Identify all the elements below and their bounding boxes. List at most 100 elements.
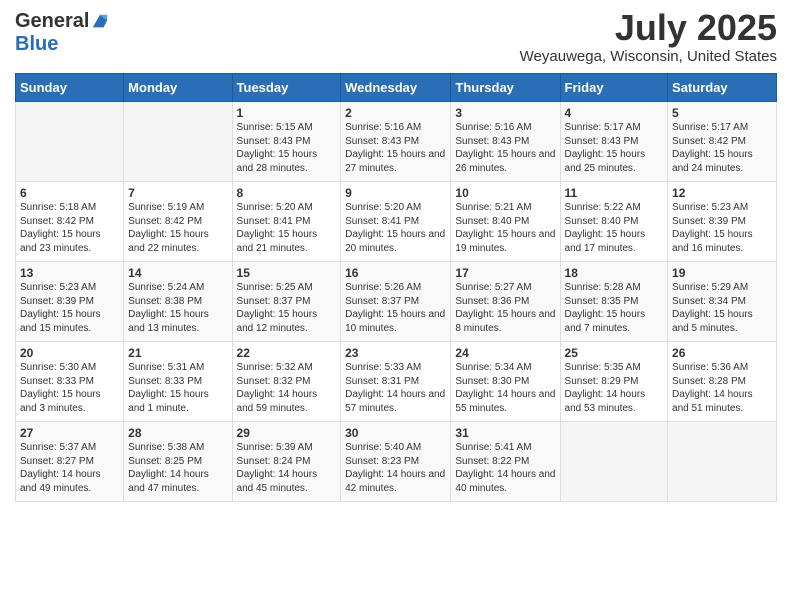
col-header-sunday: Sunday xyxy=(16,74,124,102)
day-number: 20 xyxy=(20,346,119,360)
col-header-saturday: Saturday xyxy=(668,74,777,102)
day-info: Sunrise: 5:26 AM Sunset: 8:37 PM Dayligh… xyxy=(345,281,446,335)
title-section: July 2025 Weyauwega, Wisconsin, United S… xyxy=(520,10,777,65)
day-number: 14 xyxy=(128,266,227,280)
day-cell: 18Sunrise: 5:28 AM Sunset: 8:35 PM Dayli… xyxy=(560,262,668,342)
day-cell: 29Sunrise: 5:39 AM Sunset: 8:24 PM Dayli… xyxy=(232,422,341,502)
day-number: 26 xyxy=(672,346,772,360)
day-info: Sunrise: 5:31 AM Sunset: 8:33 PM Dayligh… xyxy=(128,361,227,415)
header-row: SundayMondayTuesdayWednesdayThursdayFrid… xyxy=(16,74,777,102)
day-info: Sunrise: 5:24 AM Sunset: 8:38 PM Dayligh… xyxy=(128,281,227,335)
day-cell: 12Sunrise: 5:23 AM Sunset: 8:39 PM Dayli… xyxy=(668,182,777,262)
day-info: Sunrise: 5:15 AM Sunset: 8:43 PM Dayligh… xyxy=(237,121,337,175)
day-info: Sunrise: 5:28 AM Sunset: 8:35 PM Dayligh… xyxy=(565,281,664,335)
month-title: July 2025 xyxy=(520,10,777,46)
day-info: Sunrise: 5:16 AM Sunset: 8:43 PM Dayligh… xyxy=(345,121,446,175)
day-info: Sunrise: 5:39 AM Sunset: 8:24 PM Dayligh… xyxy=(237,441,337,495)
day-cell: 31Sunrise: 5:41 AM Sunset: 8:22 PM Dayli… xyxy=(451,422,560,502)
day-number: 3 xyxy=(455,106,555,120)
day-number: 31 xyxy=(455,426,555,440)
day-info: Sunrise: 5:34 AM Sunset: 8:30 PM Dayligh… xyxy=(455,361,555,415)
day-number: 29 xyxy=(237,426,337,440)
day-cell xyxy=(668,422,777,502)
day-cell xyxy=(124,102,232,182)
logo-general-text: General xyxy=(15,10,89,33)
day-cell: 10Sunrise: 5:21 AM Sunset: 8:40 PM Dayli… xyxy=(451,182,560,262)
week-row-2: 6Sunrise: 5:18 AM Sunset: 8:42 PM Daylig… xyxy=(16,182,777,262)
day-cell: 16Sunrise: 5:26 AM Sunset: 8:37 PM Dayli… xyxy=(341,262,451,342)
day-cell: 20Sunrise: 5:30 AM Sunset: 8:33 PM Dayli… xyxy=(16,342,124,422)
day-cell: 4Sunrise: 5:17 AM Sunset: 8:43 PM Daylig… xyxy=(560,102,668,182)
day-number: 23 xyxy=(345,346,446,360)
day-info: Sunrise: 5:41 AM Sunset: 8:22 PM Dayligh… xyxy=(455,441,555,495)
week-row-1: 1Sunrise: 5:15 AM Sunset: 8:43 PM Daylig… xyxy=(16,102,777,182)
day-number: 27 xyxy=(20,426,119,440)
day-number: 12 xyxy=(672,186,772,200)
col-header-wednesday: Wednesday xyxy=(341,74,451,102)
day-info: Sunrise: 5:36 AM Sunset: 8:28 PM Dayligh… xyxy=(672,361,772,415)
day-cell: 30Sunrise: 5:40 AM Sunset: 8:23 PM Dayli… xyxy=(341,422,451,502)
day-info: Sunrise: 5:20 AM Sunset: 8:41 PM Dayligh… xyxy=(237,201,337,255)
day-info: Sunrise: 5:27 AM Sunset: 8:36 PM Dayligh… xyxy=(455,281,555,335)
day-cell: 13Sunrise: 5:23 AM Sunset: 8:39 PM Dayli… xyxy=(16,262,124,342)
day-info: Sunrise: 5:23 AM Sunset: 8:39 PM Dayligh… xyxy=(672,201,772,255)
day-number: 17 xyxy=(455,266,555,280)
day-info: Sunrise: 5:16 AM Sunset: 8:43 PM Dayligh… xyxy=(455,121,555,175)
day-number: 16 xyxy=(345,266,446,280)
day-info: Sunrise: 5:20 AM Sunset: 8:41 PM Dayligh… xyxy=(345,201,446,255)
day-number: 13 xyxy=(20,266,119,280)
week-row-5: 27Sunrise: 5:37 AM Sunset: 8:27 PM Dayli… xyxy=(16,422,777,502)
day-info: Sunrise: 5:38 AM Sunset: 8:25 PM Dayligh… xyxy=(128,441,227,495)
day-info: Sunrise: 5:25 AM Sunset: 8:37 PM Dayligh… xyxy=(237,281,337,335)
day-number: 28 xyxy=(128,426,227,440)
day-info: Sunrise: 5:33 AM Sunset: 8:31 PM Dayligh… xyxy=(345,361,446,415)
week-row-4: 20Sunrise: 5:30 AM Sunset: 8:33 PM Dayli… xyxy=(16,342,777,422)
page-header: General Blue July 2025 Weyauwega, Wiscon… xyxy=(15,10,777,65)
logo-icon xyxy=(91,13,109,31)
day-number: 21 xyxy=(128,346,227,360)
col-header-friday: Friday xyxy=(560,74,668,102)
day-cell: 9Sunrise: 5:20 AM Sunset: 8:41 PM Daylig… xyxy=(341,182,451,262)
day-number: 30 xyxy=(345,426,446,440)
day-number: 11 xyxy=(565,186,664,200)
day-number: 15 xyxy=(237,266,337,280)
day-cell: 1Sunrise: 5:15 AM Sunset: 8:43 PM Daylig… xyxy=(232,102,341,182)
day-info: Sunrise: 5:32 AM Sunset: 8:32 PM Dayligh… xyxy=(237,361,337,415)
day-number: 10 xyxy=(455,186,555,200)
day-number: 1 xyxy=(237,106,337,120)
day-info: Sunrise: 5:21 AM Sunset: 8:40 PM Dayligh… xyxy=(455,201,555,255)
day-number: 19 xyxy=(672,266,772,280)
day-cell xyxy=(16,102,124,182)
location: Weyauwega, Wisconsin, United States xyxy=(520,48,777,65)
day-cell: 22Sunrise: 5:32 AM Sunset: 8:32 PM Dayli… xyxy=(232,342,341,422)
day-number: 18 xyxy=(565,266,664,280)
col-header-monday: Monday xyxy=(124,74,232,102)
day-cell: 7Sunrise: 5:19 AM Sunset: 8:42 PM Daylig… xyxy=(124,182,232,262)
day-number: 8 xyxy=(237,186,337,200)
day-info: Sunrise: 5:18 AM Sunset: 8:42 PM Dayligh… xyxy=(20,201,119,255)
day-cell: 5Sunrise: 5:17 AM Sunset: 8:42 PM Daylig… xyxy=(668,102,777,182)
day-cell: 24Sunrise: 5:34 AM Sunset: 8:30 PM Dayli… xyxy=(451,342,560,422)
day-cell: 15Sunrise: 5:25 AM Sunset: 8:37 PM Dayli… xyxy=(232,262,341,342)
day-cell: 2Sunrise: 5:16 AM Sunset: 8:43 PM Daylig… xyxy=(341,102,451,182)
day-number: 2 xyxy=(345,106,446,120)
day-number: 9 xyxy=(345,186,446,200)
day-cell: 3Sunrise: 5:16 AM Sunset: 8:43 PM Daylig… xyxy=(451,102,560,182)
day-cell: 28Sunrise: 5:38 AM Sunset: 8:25 PM Dayli… xyxy=(124,422,232,502)
day-number: 24 xyxy=(455,346,555,360)
day-number: 4 xyxy=(565,106,664,120)
day-number: 7 xyxy=(128,186,227,200)
day-number: 25 xyxy=(565,346,664,360)
day-info: Sunrise: 5:17 AM Sunset: 8:42 PM Dayligh… xyxy=(672,121,772,175)
day-cell: 19Sunrise: 5:29 AM Sunset: 8:34 PM Dayli… xyxy=(668,262,777,342)
day-info: Sunrise: 5:30 AM Sunset: 8:33 PM Dayligh… xyxy=(20,361,119,415)
calendar-table: SundayMondayTuesdayWednesdayThursdayFrid… xyxy=(15,73,777,502)
day-cell: 8Sunrise: 5:20 AM Sunset: 8:41 PM Daylig… xyxy=(232,182,341,262)
logo-blue-text: Blue xyxy=(15,33,58,56)
day-cell: 23Sunrise: 5:33 AM Sunset: 8:31 PM Dayli… xyxy=(341,342,451,422)
day-info: Sunrise: 5:23 AM Sunset: 8:39 PM Dayligh… xyxy=(20,281,119,335)
day-info: Sunrise: 5:19 AM Sunset: 8:42 PM Dayligh… xyxy=(128,201,227,255)
day-number: 6 xyxy=(20,186,119,200)
day-cell: 26Sunrise: 5:36 AM Sunset: 8:28 PM Dayli… xyxy=(668,342,777,422)
day-cell: 11Sunrise: 5:22 AM Sunset: 8:40 PM Dayli… xyxy=(560,182,668,262)
